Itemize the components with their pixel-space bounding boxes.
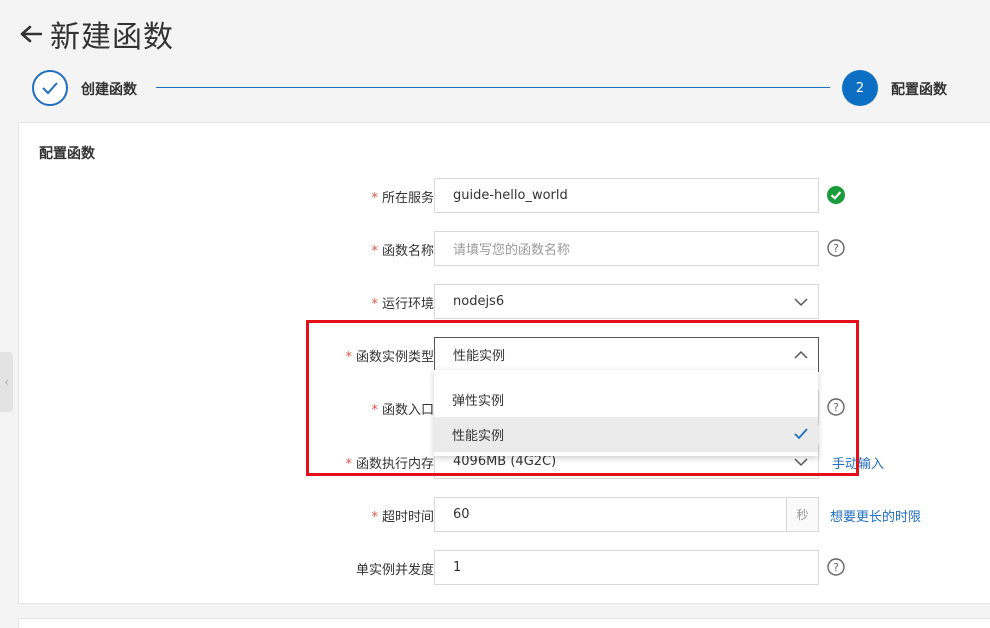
step-2-number: 2 xyxy=(855,80,865,96)
checkmark-icon xyxy=(794,428,808,440)
dropdown-option-elastic[interactable]: 弹性实例 xyxy=(434,382,818,417)
instance-type-label: * 函数实例类型 xyxy=(345,350,434,365)
timeout-label: * 超时时间 xyxy=(371,510,434,525)
form-row-instance-type: * 函数实例类型 性能实例 xyxy=(19,337,990,372)
required-asterisk: * xyxy=(345,350,352,365)
manual-input-link[interactable]: 手动输入 xyxy=(832,453,884,472)
page-header: 新建函数 xyxy=(18,14,174,55)
form-row-concurrency: 单实例并发度 1 ? xyxy=(19,550,990,585)
required-asterisk: * xyxy=(345,457,352,472)
back-arrow-icon[interactable] xyxy=(18,21,44,47)
service-input[interactable]: guide-hello_world xyxy=(434,178,819,213)
help-icon[interactable]: ? xyxy=(827,558,845,576)
concurrency-label: 单实例并发度 xyxy=(355,563,434,578)
func-name-input[interactable]: 请填写您的函数名称 xyxy=(434,231,819,266)
next-section-card xyxy=(18,618,990,628)
step-1-circle xyxy=(32,70,68,106)
chevron-down-icon xyxy=(794,298,808,307)
form-row-runtime: * 运行环境 nodejs6 xyxy=(19,284,990,319)
help-icon[interactable]: ? xyxy=(827,398,845,416)
required-asterisk: * xyxy=(371,403,378,418)
required-asterisk: * xyxy=(371,244,378,259)
instance-type-select[interactable]: 性能实例 xyxy=(434,337,819,372)
required-asterisk: * xyxy=(371,297,378,312)
longer-timeout-link[interactable]: 想要更长的时限 xyxy=(830,506,921,525)
dropdown-option-performance[interactable]: 性能实例 xyxy=(434,417,818,452)
form-row-func-name: * 函数名称 请填写您的函数名称 ? xyxy=(19,231,990,266)
chevron-up-icon xyxy=(794,350,808,359)
handler-label: * 函数入口 xyxy=(371,403,434,418)
timeout-unit: 秒 xyxy=(786,498,818,531)
step-connector-line xyxy=(156,87,830,88)
card-title: 配置函数 xyxy=(39,146,95,162)
concurrency-input[interactable]: 1 xyxy=(434,550,819,585)
chevron-down-icon xyxy=(794,458,808,467)
instance-type-dropdown: 弹性实例 性能实例 xyxy=(434,370,818,456)
svg-text:?: ? xyxy=(833,401,839,414)
form-row-timeout: * 超时时间 60 秒 想要更长的时限 xyxy=(19,497,990,532)
service-label: * 所在服务 xyxy=(371,191,434,206)
help-icon[interactable]: ? xyxy=(827,239,845,257)
step-1-label: 创建函数 xyxy=(81,82,137,98)
sidebar-toggle[interactable]: ‹ xyxy=(0,352,13,412)
required-asterisk: * xyxy=(371,191,378,206)
svg-text:?: ? xyxy=(833,561,839,574)
config-card: 配置函数 * 所在服务 guide-hello_world * 函数名称 请填写您的… xyxy=(18,122,990,604)
func-name-label: * 函数名称 xyxy=(371,244,434,259)
required-asterisk: * xyxy=(371,510,378,525)
form-row-service: * 所在服务 guide-hello_world xyxy=(19,178,990,213)
runtime-label: * 运行环境 xyxy=(371,297,434,312)
memory-label: * 函数执行内存 xyxy=(345,457,434,472)
check-circle-icon xyxy=(827,186,845,204)
page-title: 新建函数 xyxy=(50,20,174,55)
svg-text:?: ? xyxy=(833,242,839,255)
step-2-label: 配置函数 xyxy=(891,82,947,98)
step-indicator: 创建函数 2 配置函数 xyxy=(32,68,972,108)
timeout-input[interactable]: 60 秒 xyxy=(434,497,819,532)
runtime-select[interactable]: nodejs6 xyxy=(434,284,819,319)
step-2-circle: 2 xyxy=(842,70,878,106)
checkmark-icon xyxy=(42,82,58,95)
chevron-left-icon: ‹ xyxy=(4,375,9,389)
